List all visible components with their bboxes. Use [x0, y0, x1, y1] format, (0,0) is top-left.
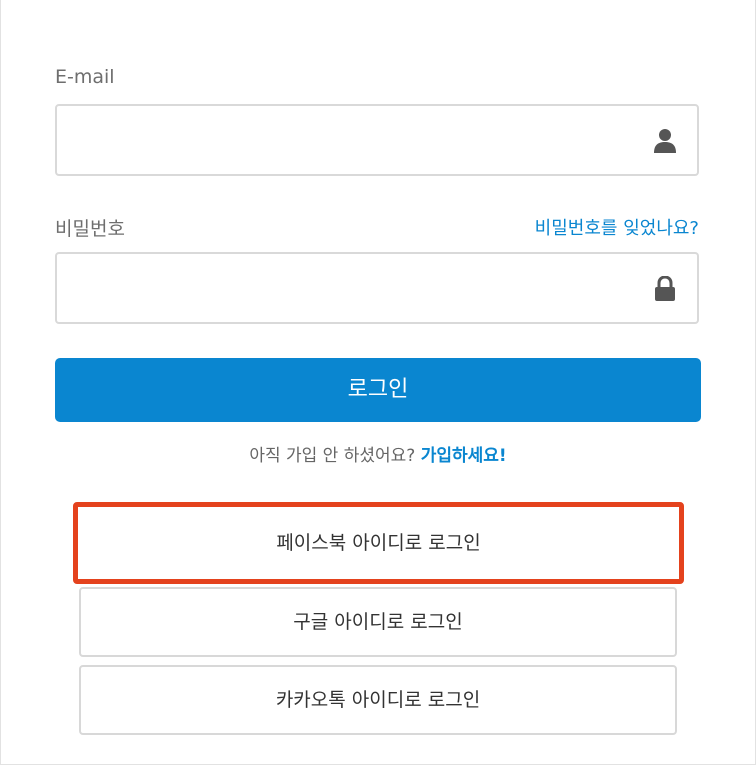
email-input[interactable] [57, 106, 669, 174]
login-button[interactable]: 로그인 [55, 358, 701, 422]
password-label: 비밀번호 [55, 218, 125, 240]
email-label: E-mail [55, 66, 115, 88]
kakao-login-button[interactable]: 카카오톡 아이디로 로그인 [79, 665, 677, 735]
signup-prompt-line: 아직 가입 안 하셨어요? 가입하세요! [1, 441, 755, 466]
google-login-button[interactable]: 구글 아이디로 로그인 [79, 587, 677, 657]
password-field[interactable] [55, 252, 699, 324]
facebook-login-button[interactable]: 페이스북 아이디로 로그인 [73, 502, 684, 584]
lock-icon [653, 275, 677, 302]
user-icon [653, 128, 677, 154]
signup-link[interactable]: 가입하세요! [421, 446, 507, 466]
login-panel: E-mail 비밀번호 비밀번호를 잊었나요? 로그인 아직 가입 안 하셨어요… [0, 0, 756, 765]
email-field[interactable] [55, 104, 699, 176]
password-input[interactable] [57, 254, 669, 322]
signup-prompt-text: 아직 가입 안 하셨어요? [249, 446, 416, 466]
forgot-password-link[interactable]: 비밀번호를 잊었나요? [535, 214, 699, 240]
